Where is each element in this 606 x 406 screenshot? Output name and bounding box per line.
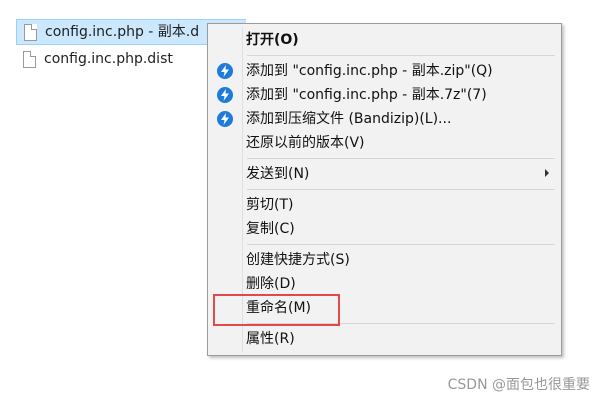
bandizip-icon bbox=[217, 63, 233, 79]
menu-separator bbox=[247, 158, 555, 159]
file-name: config.inc.php.dist bbox=[44, 51, 173, 67]
menu-item-label: 打开(O) bbox=[246, 32, 299, 48]
menu-item-label: 属性(R) bbox=[246, 331, 295, 347]
menu-item-label: 剪切(T) bbox=[246, 197, 294, 213]
menu-item-properties[interactable]: 属性(R) bbox=[212, 327, 557, 351]
menu-item-label: 添加到 "config.inc.php - 副本.zip"(Q) bbox=[246, 63, 493, 79]
menu-item-label: 删除(D) bbox=[246, 276, 296, 292]
rename-highlight-box bbox=[213, 294, 340, 326]
menu-item-label: 复制(C) bbox=[246, 221, 295, 237]
menu-separator bbox=[247, 244, 555, 245]
menu-item-label: 添加到压缩文件 (Bandizip)(L)... bbox=[246, 111, 452, 127]
file-name: config.inc.php - 副本.d bbox=[45, 24, 200, 40]
file-icon bbox=[23, 50, 36, 68]
menu-item-copy[interactable]: 复制(C) bbox=[212, 217, 557, 241]
menu-separator bbox=[247, 55, 555, 56]
menu-item-add-to-7z[interactable]: 添加到 "config.inc.php - 副本.7z"(7) bbox=[212, 83, 557, 107]
menu-item-open[interactable]: 打开(O) bbox=[212, 28, 557, 52]
menu-item-label: 添加到 "config.inc.php - 副本.7z"(7) bbox=[246, 87, 487, 103]
bandizip-icon bbox=[217, 111, 233, 127]
chevron-right-icon bbox=[545, 169, 549, 177]
menu-item-add-to-archive[interactable]: 添加到压缩文件 (Bandizip)(L)... bbox=[212, 107, 557, 131]
menu-item-delete[interactable]: 删除(D) bbox=[212, 272, 557, 296]
menu-separator bbox=[247, 189, 555, 190]
menu-item-restore-previous-versions[interactable]: 还原以前的版本(V) bbox=[212, 131, 557, 155]
menu-item-label: 发送到(N) bbox=[246, 166, 310, 182]
menu-item-label: 创建快捷方式(S) bbox=[246, 252, 350, 268]
menu-item-add-to-zip[interactable]: 添加到 "config.inc.php - 副本.zip"(Q) bbox=[212, 59, 557, 83]
file-icon bbox=[24, 23, 37, 41]
menu-item-send-to[interactable]: 发送到(N) bbox=[212, 162, 557, 186]
menu-item-cut[interactable]: 剪切(T) bbox=[212, 193, 557, 217]
menu-item-create-shortcut[interactable]: 创建快捷方式(S) bbox=[212, 248, 557, 272]
bandizip-icon bbox=[217, 87, 233, 103]
menu-item-label: 还原以前的版本(V) bbox=[246, 135, 365, 151]
watermark: CSDN @面包也很重要 bbox=[447, 377, 590, 393]
